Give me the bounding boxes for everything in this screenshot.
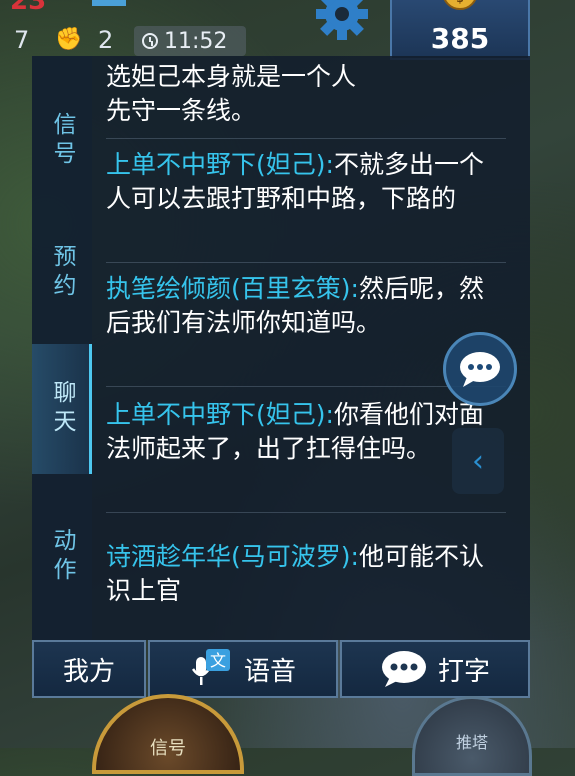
settings-button[interactable] bbox=[312, 0, 372, 44]
chat-message: 上单不中野下(妲己):你看他们对面法师起来了，出了扛得住吗。 bbox=[106, 398, 506, 466]
coin-icon: $ bbox=[442, 0, 478, 10]
tab-chat[interactable]: 聊天 bbox=[32, 344, 92, 474]
push-tower-label: 推塔 bbox=[455, 733, 488, 752]
chat-message: 上单不中野下(妲己):不就多出一个人可以去跟打野和中路，下路的 bbox=[106, 148, 506, 216]
message-divider bbox=[106, 386, 506, 387]
collapse-chat-button[interactable]: ‹ bbox=[452, 428, 504, 494]
typing-bubble-icon bbox=[381, 651, 426, 687]
blue-team-score-marker bbox=[92, 0, 126, 6]
chat-message-list[interactable]: 选妲己本身就是一个人 先守一条线。 上单不中野下(妲己):不就多出一个人可以去跟… bbox=[106, 56, 506, 640]
voice-icon-glyph: 文 bbox=[210, 651, 226, 670]
type-button[interactable]: 打字 bbox=[340, 640, 530, 698]
chat-message: 选妲己本身就是一个人 先守一条线。 bbox=[106, 60, 506, 128]
gear-icon bbox=[316, 0, 368, 40]
voice-button[interactable]: 文 语音 bbox=[148, 640, 338, 698]
team-channel-label: 我方 bbox=[62, 656, 115, 687]
voice-to-text-icon: 文 bbox=[191, 649, 230, 685]
top-hud: 23 7 ✊ 2 11:52 385 bbox=[0, 0, 575, 60]
chat-message: 执笔绘倾颜(百里玄策):然后呢，然后我们有法师你知道吗。 bbox=[106, 272, 506, 340]
clock-icon bbox=[142, 33, 158, 49]
message-sender: 诗酒趁年华(马可波罗): bbox=[106, 542, 359, 571]
chat-tabs: 信号 预约 聊天 动作 bbox=[32, 56, 92, 640]
chat-bottom-bar: 我方 文 语音 打字 bbox=[32, 640, 530, 698]
kill-count: 7 bbox=[14, 26, 30, 54]
tab-signal[interactable]: 信号 bbox=[32, 76, 92, 206]
match-timer: 11:52 bbox=[134, 26, 246, 56]
gold-display[interactable]: $ 385 bbox=[390, 0, 530, 60]
signal-skill-label: 信号 bbox=[150, 738, 186, 759]
red-team-score: 23 bbox=[10, 0, 47, 16]
push-tower-button[interactable]: 推塔 bbox=[412, 696, 532, 776]
tab-reserve[interactable]: 预约 bbox=[32, 208, 92, 338]
message-sender: 上单不中野下(妲己): bbox=[106, 150, 334, 179]
message-divider bbox=[106, 262, 506, 263]
message-divider bbox=[106, 512, 506, 513]
message-sender: 执笔绘倾颜(百里玄策): bbox=[106, 274, 359, 303]
message-divider bbox=[106, 138, 506, 139]
match-time: 11:52 bbox=[164, 28, 228, 54]
voice-label: 语音 bbox=[243, 656, 296, 687]
signal-skill-button[interactable]: 信号 bbox=[92, 694, 244, 774]
tab-action[interactable]: 动作 bbox=[32, 492, 92, 622]
message-sender: 上单不中野下(妲己): bbox=[106, 400, 334, 429]
chat-bubble-icon bbox=[460, 352, 500, 387]
chevron-left-icon: ‹ bbox=[472, 443, 484, 479]
team-channel-button[interactable]: 我方 bbox=[32, 640, 146, 698]
quick-chat-button[interactable] bbox=[443, 332, 517, 406]
death-count: 2 bbox=[98, 26, 114, 54]
message-text: 选妲己本身就是一个人 先守一条线。 bbox=[106, 62, 357, 125]
fist-icon: ✊ bbox=[55, 27, 83, 52]
type-label: 打字 bbox=[437, 656, 490, 687]
chat-message: 诗酒趁年华(马可波罗):他可能不认识上官 bbox=[106, 540, 506, 608]
gold-value: 385 bbox=[430, 22, 490, 55]
